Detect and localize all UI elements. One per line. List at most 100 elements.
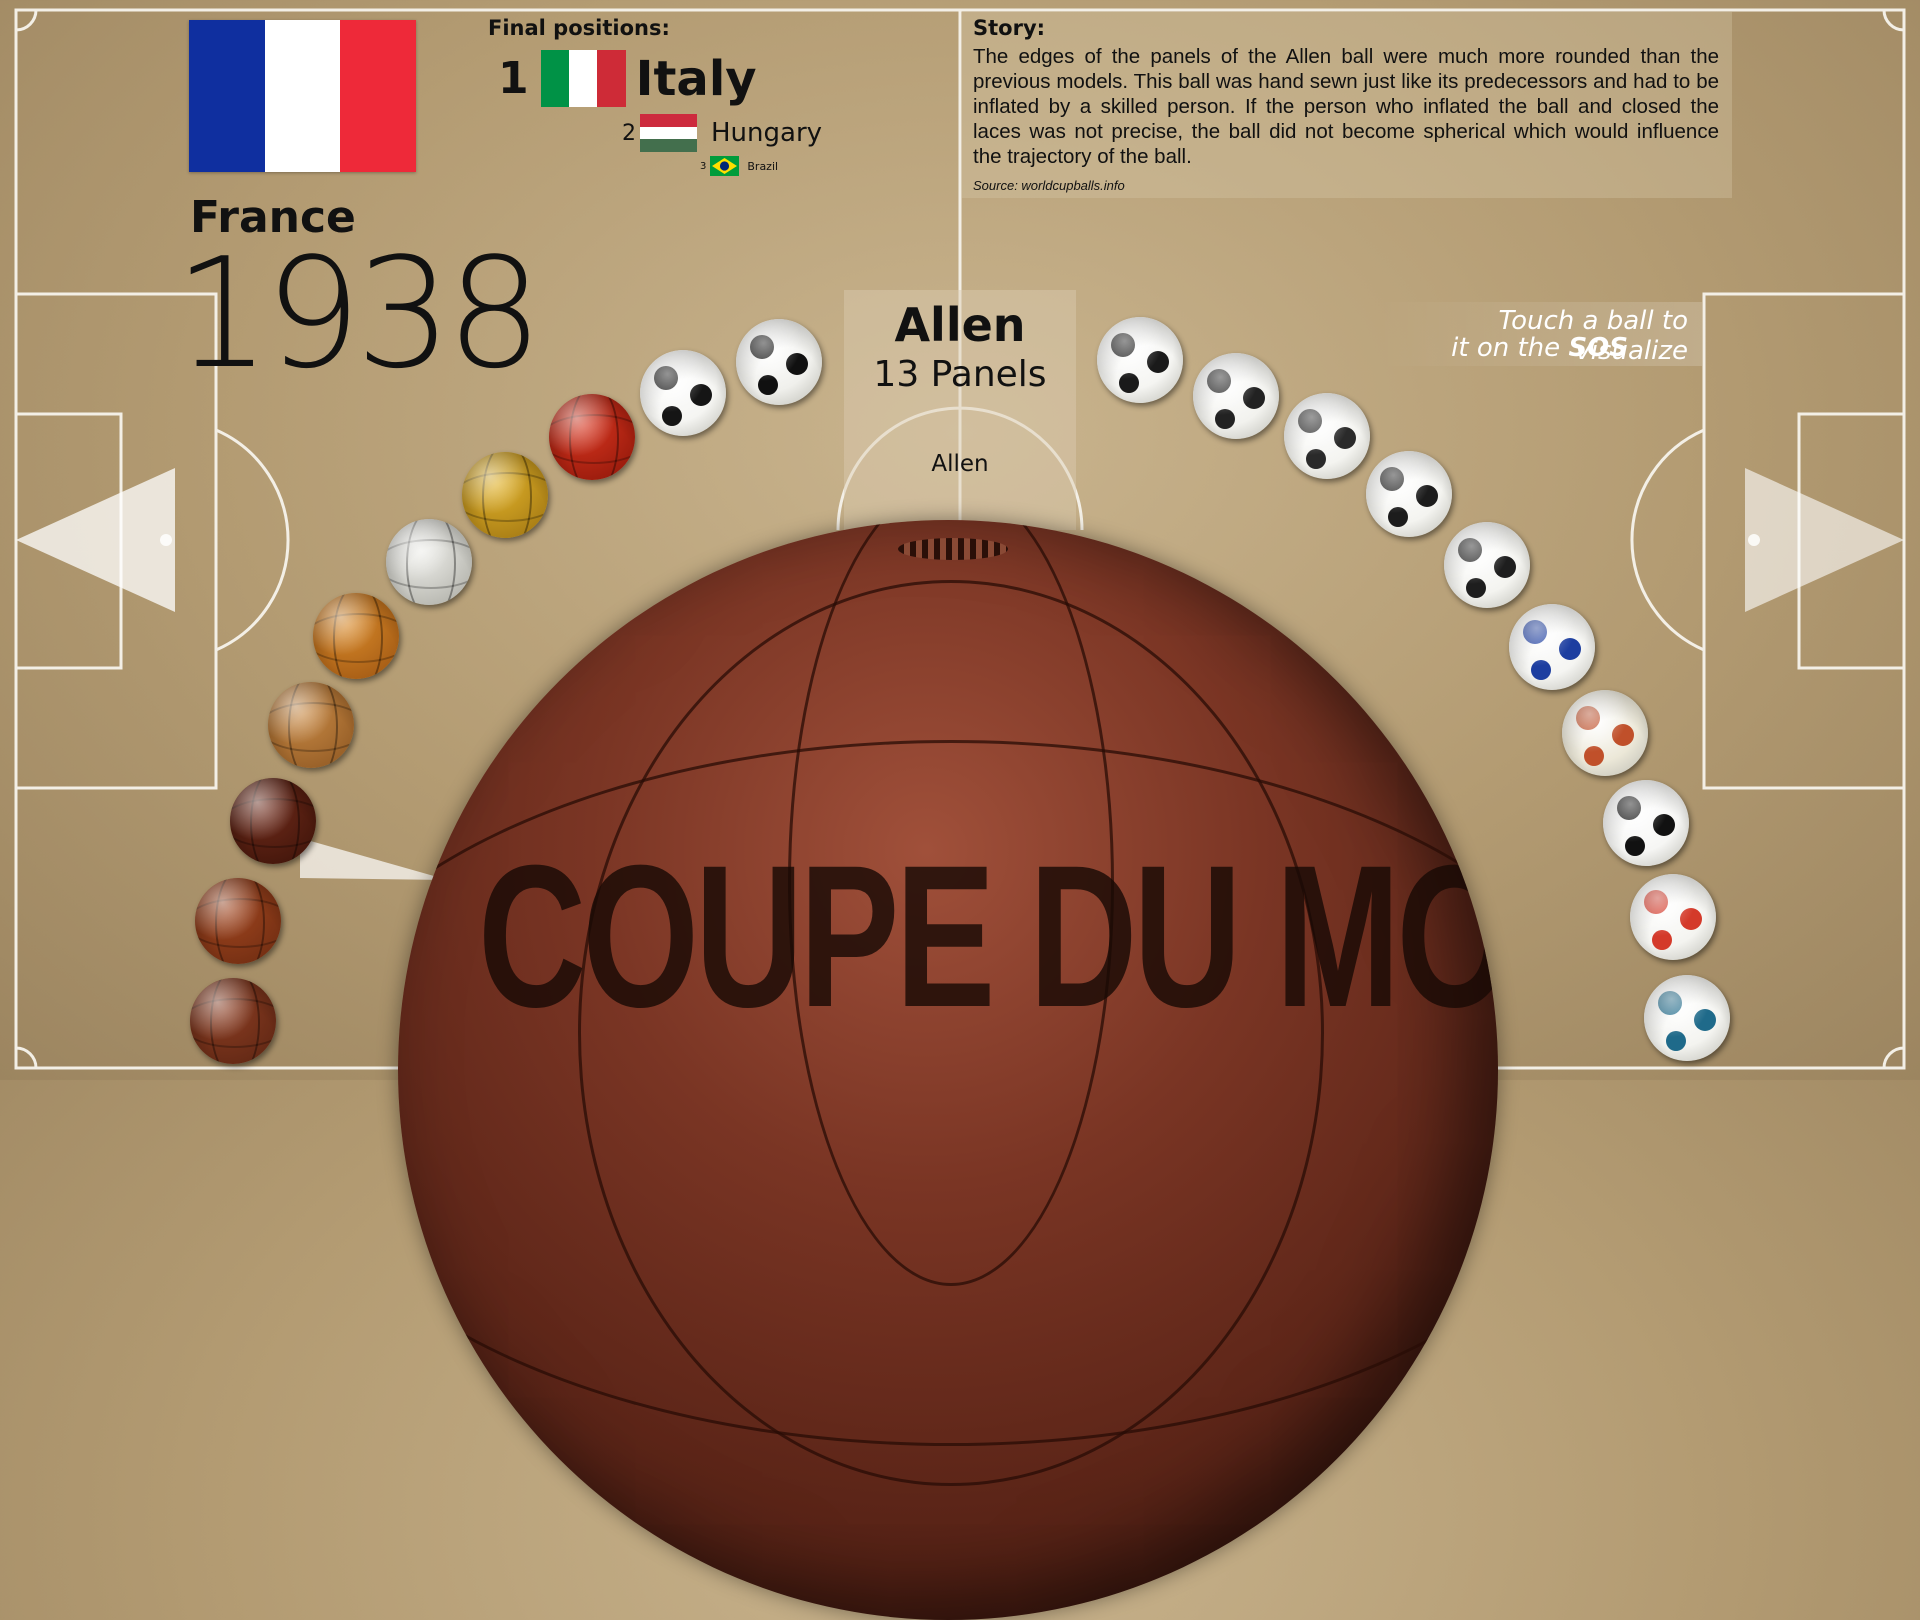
flag-stripe (568, 50, 598, 107)
ball-1938[interactable] (230, 778, 316, 864)
ball-pattern (1625, 836, 1645, 856)
ball-pattern (1215, 409, 1235, 429)
ball-pattern (1531, 660, 1551, 680)
ball-1998[interactable] (1509, 604, 1595, 690)
story-source: Source: worldcupballs.info (973, 178, 1125, 193)
ball-seam (210, 978, 260, 1064)
left-spotlight-cone (16, 468, 175, 612)
ball-pattern (1652, 930, 1672, 950)
ball-pattern (1243, 387, 1265, 409)
ball-seam (215, 878, 265, 964)
ball-2002[interactable] (1562, 690, 1648, 776)
hint-line-2-prefix: it on the (1451, 333, 1569, 363)
ball-pattern (1666, 1031, 1686, 1051)
ball-1974[interactable] (736, 319, 822, 405)
host-flag-stripe-2 (264, 20, 341, 172)
ball-seam (190, 998, 276, 1048)
ball-2006[interactable] (1603, 780, 1689, 866)
ball-seam (313, 613, 399, 663)
ball-2010[interactable] (1630, 874, 1716, 960)
ball-seam (268, 702, 354, 752)
ball-1982[interactable] (1193, 353, 1279, 439)
ball-pattern (662, 406, 682, 426)
hint-line-2: it on the SOS (1378, 333, 1628, 363)
flag-stripe (640, 114, 697, 127)
final-positions-title: Final positions: (488, 16, 670, 40)
story-title: Story: (973, 16, 1046, 40)
ball-1990[interactable] (1366, 451, 1452, 537)
ball-seam (549, 414, 635, 464)
position-1: 1 Italy (498, 50, 757, 107)
ball-seam (406, 519, 456, 605)
ball-pattern (1147, 351, 1169, 373)
ball-pattern (1458, 538, 1482, 562)
ball-pattern (1466, 578, 1486, 598)
ball-pattern (1658, 991, 1682, 1015)
ball-pattern (1119, 373, 1139, 393)
ball-pattern (1523, 620, 1547, 644)
ball-seam (288, 682, 338, 768)
ball-pattern (750, 335, 774, 359)
selected-ball-name: Allen (894, 298, 1026, 352)
ball-1970[interactable] (640, 350, 726, 436)
ball-1966[interactable] (549, 394, 635, 480)
ball-pattern (1306, 449, 1326, 469)
ball-pattern (1644, 890, 1668, 914)
position-team: Hungary (711, 118, 823, 148)
host-flag (189, 20, 417, 172)
position-rank: 3 (700, 160, 707, 172)
ball-1994[interactable] (1444, 522, 1530, 608)
ball-pattern (1576, 706, 1600, 730)
ball-1958[interactable] (386, 519, 472, 605)
flag-stripe (640, 139, 697, 153)
position-rank: 2 (622, 120, 636, 146)
ball-pattern (654, 366, 678, 390)
ball-pattern (1694, 1009, 1716, 1031)
right-penalty-arc (1630, 428, 1705, 652)
position-team: Italy (635, 50, 757, 107)
flag-brazil-globe (720, 161, 730, 171)
ball-pattern (1334, 427, 1356, 449)
ball-1978[interactable] (1097, 317, 1183, 403)
ball-pattern (1494, 556, 1516, 578)
flag-hungary (640, 114, 697, 153)
ball-seam (250, 778, 300, 864)
ball-pattern (1380, 467, 1404, 491)
ball-1950[interactable] (268, 682, 354, 768)
ball-pattern (1416, 485, 1438, 507)
ball-2014[interactable] (1644, 975, 1730, 1061)
ball-1954[interactable] (313, 593, 399, 679)
ball-pattern (1617, 796, 1641, 820)
ball-pattern (1612, 724, 1634, 746)
story-text: The edges of the panels of the Allen bal… (973, 45, 1719, 168)
featured-ball: COUPE DU MONDE (398, 520, 1498, 1620)
flag-stripe (540, 50, 569, 107)
ball-pattern (1207, 369, 1231, 393)
ball-1930[interactable] (190, 978, 276, 1064)
selected-ball-panels: 13 Panels (873, 354, 1047, 395)
flag-stripe (640, 126, 697, 140)
right-spotlight-cone (1745, 468, 1904, 612)
ball-pattern (1653, 814, 1675, 836)
ball-1934[interactable] (195, 878, 281, 964)
ball-pattern (758, 375, 778, 395)
ball-pattern (1680, 908, 1702, 930)
ball-pattern (1388, 507, 1408, 527)
ball-seam (462, 472, 548, 522)
ball-pattern (1298, 409, 1322, 433)
flag-brazil (710, 156, 740, 176)
position-rank: 1 (498, 53, 529, 104)
ball-pattern (1111, 333, 1135, 357)
host-flag-stripe-1 (189, 20, 265, 172)
ball-print-text: COUPE DU MONDE (478, 822, 1498, 1050)
hint-sos: SOS (1568, 333, 1628, 363)
ball-pattern (1559, 638, 1581, 660)
ball-seam (569, 394, 619, 480)
ball-1986[interactable] (1284, 393, 1370, 479)
ball-seam (386, 539, 472, 589)
ball-pattern (1584, 746, 1604, 766)
selected-ball-center-label: Allen (931, 451, 989, 477)
ball-seam (333, 593, 383, 679)
ball-1962[interactable] (462, 452, 548, 538)
ball-pattern (786, 353, 808, 375)
